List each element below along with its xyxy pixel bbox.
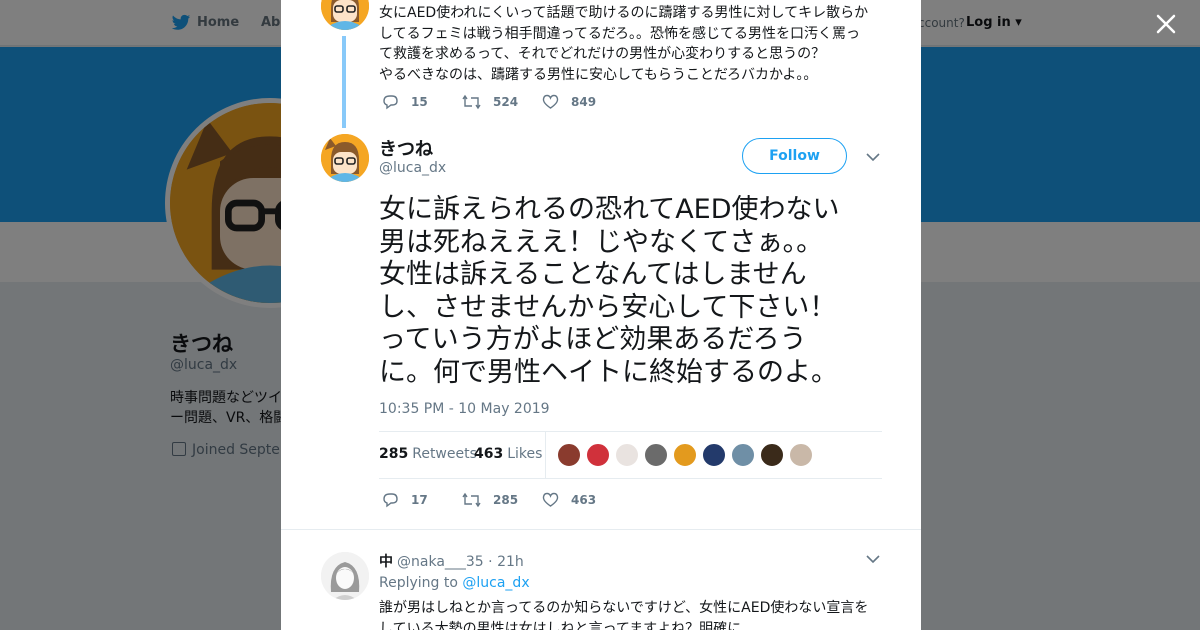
- reply-count: 17: [411, 493, 428, 507]
- previous-tweet-actions: 15 524 849: [382, 94, 622, 110]
- reply-button[interactable]: 15: [382, 94, 462, 110]
- like-button[interactable]: 849: [542, 94, 622, 110]
- liker-avatar[interactable]: [586, 443, 610, 467]
- reply-time[interactable]: · 21h: [488, 554, 524, 570]
- reply-author-handle: @naka___35: [397, 554, 484, 570]
- tweet-stats: 285 Retweets 463 Likes: [379, 431, 882, 479]
- liker-avatar[interactable]: [644, 443, 668, 467]
- tweet-permalink-modal: 女にAED使われにくいって話題で助けるのに躊躇する男性に対してキレ散らか してる…: [281, 0, 921, 630]
- reply-icon: [383, 493, 398, 508]
- retweets-stat-count: 285: [379, 446, 409, 462]
- reply-author[interactable]: 中 @naka___35 · 21h: [379, 551, 524, 571]
- liker-avatar[interactable]: [615, 443, 639, 467]
- follow-button[interactable]: Follow: [742, 138, 847, 174]
- tweet-text-line: て救護を求めるって、それでどれだけの男性が心変わりすると思うの？: [379, 46, 826, 62]
- tweet-actions: 17 285 463: [382, 492, 622, 508]
- thread-connector: [342, 36, 346, 128]
- tweet-author-avatar[interactable]: [321, 134, 369, 182]
- reply-icon: [383, 95, 398, 110]
- like-count: 849: [571, 95, 597, 109]
- tweet-author-name[interactable]: きつね: [379, 135, 433, 161]
- chevron-down-icon[interactable]: [866, 152, 880, 162]
- close-icon[interactable]: [1155, 13, 1177, 35]
- replying-to: Replying to @luca_dx: [379, 575, 530, 591]
- tweet-author-handle[interactable]: @luca_dx: [379, 160, 446, 176]
- tweet-timestamp[interactable]: 10:35 PM - 10 May 2019: [379, 401, 550, 417]
- replying-to-label: Replying to: [379, 575, 458, 591]
- liker-avatar[interactable]: [673, 443, 697, 467]
- liker-avatar[interactable]: [557, 443, 581, 467]
- retweet-button[interactable]: 524: [462, 94, 542, 110]
- tweet-text-line: やるべきなのは、躊躇する男性に安心してもらうことだろバカかよ。。: [379, 66, 818, 83]
- tweet-text-line: している大勢の男性は女はしねと言ってますよね？明確に: [379, 620, 742, 630]
- tweet-text: 女に訴えられるの恐れてAED使わない 男は死ねえええ！じやなくてさぁ。。 女性は…: [379, 194, 869, 389]
- likes-stat-count: 463: [474, 446, 504, 462]
- liker-avatar[interactable]: [789, 443, 813, 467]
- liker-avatar[interactable]: [702, 443, 726, 467]
- tweet-text-line: 誰が男はしねとか言ってるのか知らないですけど、女性にAED使わない宣言を: [379, 600, 869, 616]
- reply-author-name: 中: [379, 554, 393, 570]
- likes-stat-label: Likes: [507, 446, 543, 462]
- likes-stat[interactable]: 463 Likes: [474, 446, 542, 462]
- reply-button[interactable]: 17: [382, 492, 462, 508]
- liker-avatar[interactable]: [731, 443, 755, 467]
- tweet-text-line: 女にAED使われにくいって話題で助けるのに躊躇する男性に対してキレ散らか: [379, 5, 869, 21]
- retweets-stat[interactable]: 285 Retweets: [379, 446, 477, 462]
- like-icon: [542, 94, 559, 109]
- tweet-text-line: 男は死ねえええ！じやなくてさぁ。。: [379, 226, 824, 258]
- tweet-text-line: っていう方がよほど効果あるだろう: [379, 324, 807, 355]
- tweet-text-line: し、させませんから安心して下さい！: [379, 291, 837, 323]
- retweet-count: 285: [493, 493, 519, 507]
- retweet-icon: [462, 94, 481, 110]
- like-icon: [542, 492, 559, 507]
- liker-avatar[interactable]: [760, 443, 784, 467]
- like-button[interactable]: 463: [542, 492, 622, 508]
- reply-author-avatar[interactable]: [321, 552, 369, 600]
- like-count: 463: [571, 493, 597, 507]
- stats-divider: [545, 432, 546, 478]
- tweet-text-line: に。何で男性ヘイトに終始するのよ。: [379, 356, 838, 388]
- reply-text: 誰が男はしねとか言ってるのか知らないですけど、女性にAED使わない宣言を してい…: [379, 598, 879, 630]
- retweet-button[interactable]: 285: [462, 492, 542, 508]
- section-divider: [281, 529, 921, 530]
- likers-avatars: [557, 443, 818, 467]
- reply-count: 15: [411, 95, 428, 109]
- tweet-text-line: 女性は訴えることなんてはしません: [379, 259, 807, 290]
- retweet-icon: [462, 492, 481, 508]
- replying-to-handle[interactable]: @luca_dx: [462, 575, 529, 591]
- retweet-count: 524: [493, 95, 519, 109]
- tweet-text-line: してるフェミは戦う相手間違ってるだろ。。恐怖を感じてる男性を口汚く罵っ: [379, 25, 861, 42]
- chevron-down-icon[interactable]: [866, 554, 880, 564]
- tweet-text-line: 女に訴えられるの恐れてAED使わない: [379, 194, 840, 225]
- retweets-stat-label: Retweets: [412, 446, 477, 462]
- previous-tweet-avatar[interactable]: [321, 0, 369, 30]
- previous-tweet-text: 女にAED使われにくいって話題で助けるのに躊躇する男性に対してキレ散らか してる…: [379, 3, 879, 85]
